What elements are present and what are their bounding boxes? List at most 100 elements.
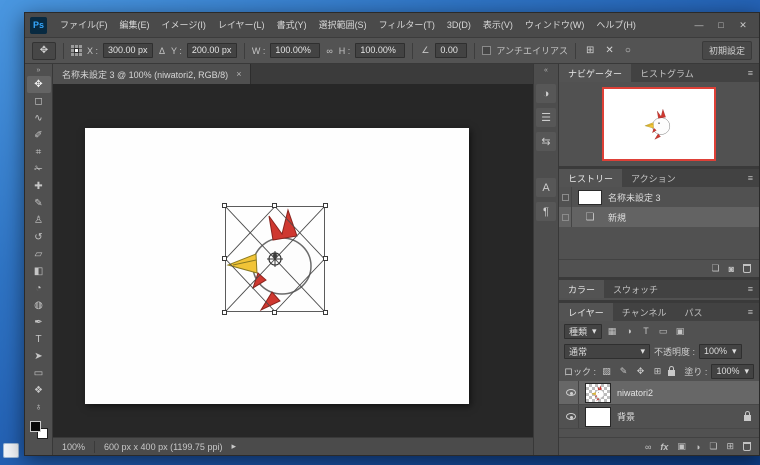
tab-actions[interactable]: アクション xyxy=(622,169,685,187)
eraser-tool[interactable]: ▱ xyxy=(27,246,51,263)
path-selection-tool[interactable]: ➤ xyxy=(27,348,51,365)
panel-menu-icon[interactable]: ≡ xyxy=(742,280,759,298)
new-layer-icon[interactable]: ⊞ xyxy=(726,441,734,452)
tab-layers[interactable]: レイヤー xyxy=(559,303,613,321)
new-group-icon[interactable]: ❏ xyxy=(709,441,717,452)
toolbar-collapse-icon[interactable]: » xyxy=(37,65,41,76)
antialias-checkbox[interactable] xyxy=(482,46,491,55)
menu-view[interactable]: 表示(V) xyxy=(477,13,519,37)
tool-preset-picker[interactable]: ✥ xyxy=(32,42,56,60)
status-popup-arrow-icon[interactable]: ▸ xyxy=(231,441,236,452)
zoom-level[interactable]: 100% xyxy=(62,442,85,452)
tab-swatches[interactable]: スウォッチ xyxy=(604,280,667,298)
filter-type-layers-icon[interactable]: T xyxy=(640,326,653,336)
minimize-button[interactable]: — xyxy=(688,14,710,36)
foreground-color-swatch[interactable] xyxy=(30,421,41,432)
tab-histogram[interactable]: ヒストグラム xyxy=(631,64,703,82)
filter-smart-objects-icon[interactable]: ▣ xyxy=(674,326,687,337)
clone-stamp-tool[interactable]: ♙ xyxy=(27,212,51,229)
rectangular-marquee-tool[interactable]: ◻ xyxy=(27,93,51,110)
eyedropper-tool[interactable]: ✁ xyxy=(27,161,51,178)
tab-close-icon[interactable]: × xyxy=(236,69,241,79)
panel-menu-icon[interactable]: ≡ xyxy=(742,64,759,82)
hand-tool[interactable]: ❖ xyxy=(27,382,51,399)
new-snapshot-icon[interactable]: ◙ xyxy=(729,264,734,274)
navigator-proxy-view[interactable] xyxy=(602,87,716,161)
layer-name[interactable]: niwatori2 xyxy=(617,388,653,398)
crop-tool[interactable]: ⌗ xyxy=(27,144,51,161)
transform-handle[interactable] xyxy=(222,256,227,261)
tab-color[interactable]: カラー xyxy=(559,280,604,298)
adjustments-panel-icon[interactable]: ◑ xyxy=(536,84,556,103)
history-snapshot-row[interactable]: 名称未設定 3 xyxy=(559,187,759,207)
transform-handle[interactable] xyxy=(272,310,277,315)
type-tool[interactable]: T xyxy=(27,331,51,348)
move-tool[interactable]: ✥ xyxy=(27,76,51,93)
transform-handle[interactable] xyxy=(222,310,227,315)
paragraph-panel-icon[interactable]: ¶ xyxy=(536,202,556,221)
eye-icon[interactable] xyxy=(566,413,576,420)
layer-name[interactable]: 背景 xyxy=(617,410,635,423)
height-input[interactable]: 100.00% xyxy=(355,43,405,58)
tab-navigator[interactable]: ナビゲーター xyxy=(559,64,631,82)
filter-pixel-layers-icon[interactable]: ▦ xyxy=(606,326,619,337)
reference-point-locator[interactable] xyxy=(71,45,82,56)
quick-selection-tool[interactable]: ✐ xyxy=(27,127,51,144)
cancel-transform-icon[interactable]: ✕ xyxy=(602,45,616,56)
menu-layer[interactable]: レイヤー(L) xyxy=(212,13,271,37)
filter-adjustment-layers-icon[interactable]: ◑ xyxy=(623,326,636,336)
brush-tool[interactable]: ✎ xyxy=(27,195,51,212)
tab-history[interactable]: ヒストリー xyxy=(559,169,622,187)
filter-shape-layers-icon[interactable]: ▭ xyxy=(657,326,670,337)
maximize-button[interactable]: □ xyxy=(710,14,732,36)
canvas-area[interactable] xyxy=(53,84,533,437)
lock-all-icon[interactable] xyxy=(668,370,675,376)
blend-mode-select[interactable]: 通常 ▾ xyxy=(564,344,650,359)
visibility-cell[interactable] xyxy=(563,381,579,404)
menu-file[interactable]: ファイル(F) xyxy=(54,13,114,37)
new-document-from-state-icon[interactable]: ❏ xyxy=(711,263,719,274)
clone-source-panel-icon[interactable]: ⇆ xyxy=(536,132,556,151)
pen-tool[interactable]: ✒ xyxy=(27,314,51,331)
desktop-shortcut-icon[interactable] xyxy=(3,443,19,458)
close-button[interactable]: ✕ xyxy=(732,14,754,36)
adjustment-layer-icon[interactable]: ◑ xyxy=(695,442,700,452)
document-tab[interactable]: 名称未設定 3 @ 100% (niwatori2, RGB/8) × xyxy=(53,64,251,84)
layer-style-icon[interactable]: fx xyxy=(660,442,668,452)
link-layers-icon[interactable]: ∞ xyxy=(645,442,651,452)
layer-thumbnail[interactable] xyxy=(585,383,611,403)
commit-transform-icon[interactable]: ○ xyxy=(622,45,634,56)
spot-healing-brush-tool[interactable]: ✚ xyxy=(27,178,51,195)
y-position-input[interactable]: 200.00 px xyxy=(187,43,237,58)
document-canvas[interactable] xyxy=(85,128,469,404)
menu-edit[interactable]: 編集(E) xyxy=(114,13,156,37)
gradient-tool[interactable]: ◧ xyxy=(27,263,51,280)
menu-3d[interactable]: 3D(D) xyxy=(441,13,477,37)
angle-input[interactable]: 0.00 xyxy=(435,43,467,58)
menu-window[interactable]: ウィンドウ(W) xyxy=(519,13,591,37)
zoom-tool[interactable]: ♁ xyxy=(27,399,51,416)
lock-pixels-icon[interactable]: ✎ xyxy=(617,366,630,377)
fill-select[interactable]: 100% ▾ xyxy=(711,364,754,379)
menu-type[interactable]: 書式(Y) xyxy=(271,13,313,37)
transform-handle[interactable] xyxy=(323,203,328,208)
free-transform-box[interactable] xyxy=(225,206,325,312)
warp-mode-icon[interactable]: ⊞ xyxy=(583,45,597,56)
blur-tool[interactable]: ◔ xyxy=(27,280,51,297)
transform-handle[interactable] xyxy=(323,256,328,261)
menu-help[interactable]: ヘルプ(H) xyxy=(590,13,642,37)
foreground-background-colors[interactable] xyxy=(30,421,48,439)
history-brush-tool[interactable]: ↺ xyxy=(27,229,51,246)
opacity-select[interactable]: 100% ▾ xyxy=(699,344,742,359)
tab-channels[interactable]: チャンネル xyxy=(613,303,676,321)
layer-row-niwatori2[interactable]: niwatori2 xyxy=(559,381,759,405)
relative-position-icon[interactable]: Δ xyxy=(158,46,166,56)
character-panel-icon[interactable]: A xyxy=(536,178,556,197)
menu-filter[interactable]: フィルター(T) xyxy=(373,13,441,37)
delete-state-icon[interactable] xyxy=(743,264,751,273)
menu-select[interactable]: 選択範囲(S) xyxy=(313,13,373,37)
layer-row-background[interactable]: 背景 xyxy=(559,405,759,429)
add-mask-icon[interactable]: ▣ xyxy=(677,441,686,452)
properties-panel-icon[interactable]: ☰ xyxy=(536,108,556,127)
rectangle-tool[interactable]: ▭ xyxy=(27,365,51,382)
